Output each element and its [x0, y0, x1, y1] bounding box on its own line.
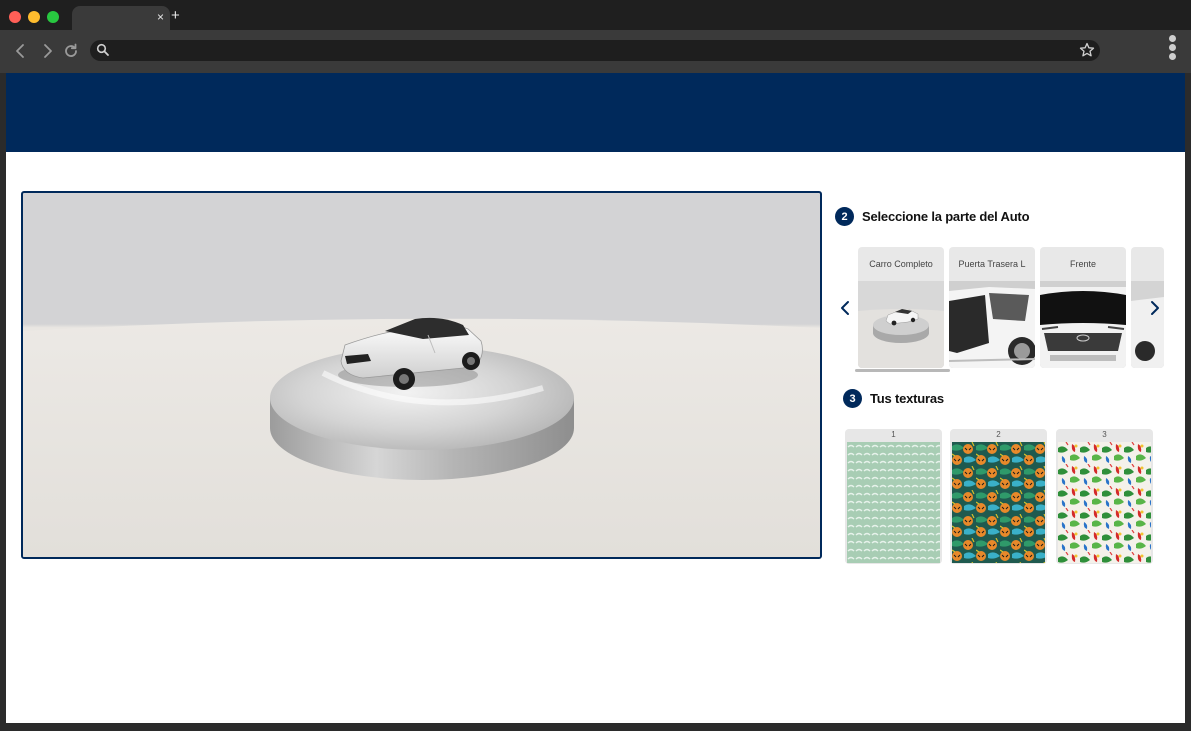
texture-number: 2 [996, 430, 1001, 439]
back-icon[interactable] [12, 42, 30, 60]
web-page: 2 Seleccione la parte del Auto Carro Com… [6, 73, 1185, 723]
maximize-window-button[interactable] [47, 11, 59, 23]
texture-number: 1 [891, 430, 896, 439]
forward-icon[interactable] [38, 42, 56, 60]
close-window-button[interactable] [9, 11, 21, 23]
texture-number: 3 [1102, 430, 1107, 439]
part-card-front[interactable]: Frente [1040, 247, 1126, 368]
part-card-rear-door[interactable]: Puerta Trasera L [949, 247, 1035, 368]
texture-card-3[interactable]: 3 [1056, 429, 1153, 564]
close-tab-icon[interactable]: × [157, 9, 164, 25]
browser-tab[interactable]: × [72, 6, 170, 30]
reload-icon[interactable] [62, 42, 80, 60]
carousel-scroll-indicator [855, 369, 950, 372]
part-card-label: Frente [1069, 259, 1096, 269]
chevron-right-icon[interactable] [1148, 299, 1162, 317]
browser-tab-bar: × + [0, 0, 1191, 30]
search-icon [96, 43, 109, 56]
rear-door-thumbnail [949, 281, 1035, 368]
part-carousel: Carro Completo Puerta Trasera L Frente [832, 247, 1168, 373]
address-bar[interactable] [90, 40, 1100, 61]
texture-card-2[interactable]: 2 [950, 429, 1047, 564]
minimize-window-button[interactable] [28, 11, 40, 23]
parrot-tropical-texture [1058, 442, 1151, 563]
car-3d-viewer[interactable] [21, 191, 822, 559]
car-on-turntable-image [23, 317, 820, 557]
star-icon[interactable] [1079, 42, 1095, 58]
part-card-full-car[interactable]: Carro Completo [858, 247, 944, 368]
partial-thumbnail [1131, 281, 1164, 368]
front-thumbnail [1040, 281, 1126, 368]
full-car-thumbnail [858, 281, 944, 368]
browser-toolbar [0, 30, 1191, 73]
menu-icon[interactable] [1166, 35, 1178, 67]
step-textures-heading: 3 Tus texturas [843, 389, 944, 408]
step-number-badge: 2 [835, 207, 854, 226]
part-card-label: Puerta Trasera L [958, 259, 1026, 269]
part-carousel-track: Carro Completo Puerta Trasera L Frente [842, 247, 1164, 369]
new-tab-button[interactable]: + [171, 8, 180, 24]
step-select-part-heading: 2 Seleccione la parte del Auto [835, 207, 1030, 226]
step-title: Tus texturas [870, 391, 944, 406]
step-number-badge: 3 [843, 389, 862, 408]
part-card-label: Carro Completo [869, 259, 933, 269]
mint-wave-texture [847, 442, 940, 563]
step-title: Seleccione la parte del Auto [862, 209, 1030, 224]
site-header [6, 73, 1185, 152]
tiger-jungle-texture [952, 442, 1045, 563]
texture-card-1[interactable]: 1 [845, 429, 942, 564]
